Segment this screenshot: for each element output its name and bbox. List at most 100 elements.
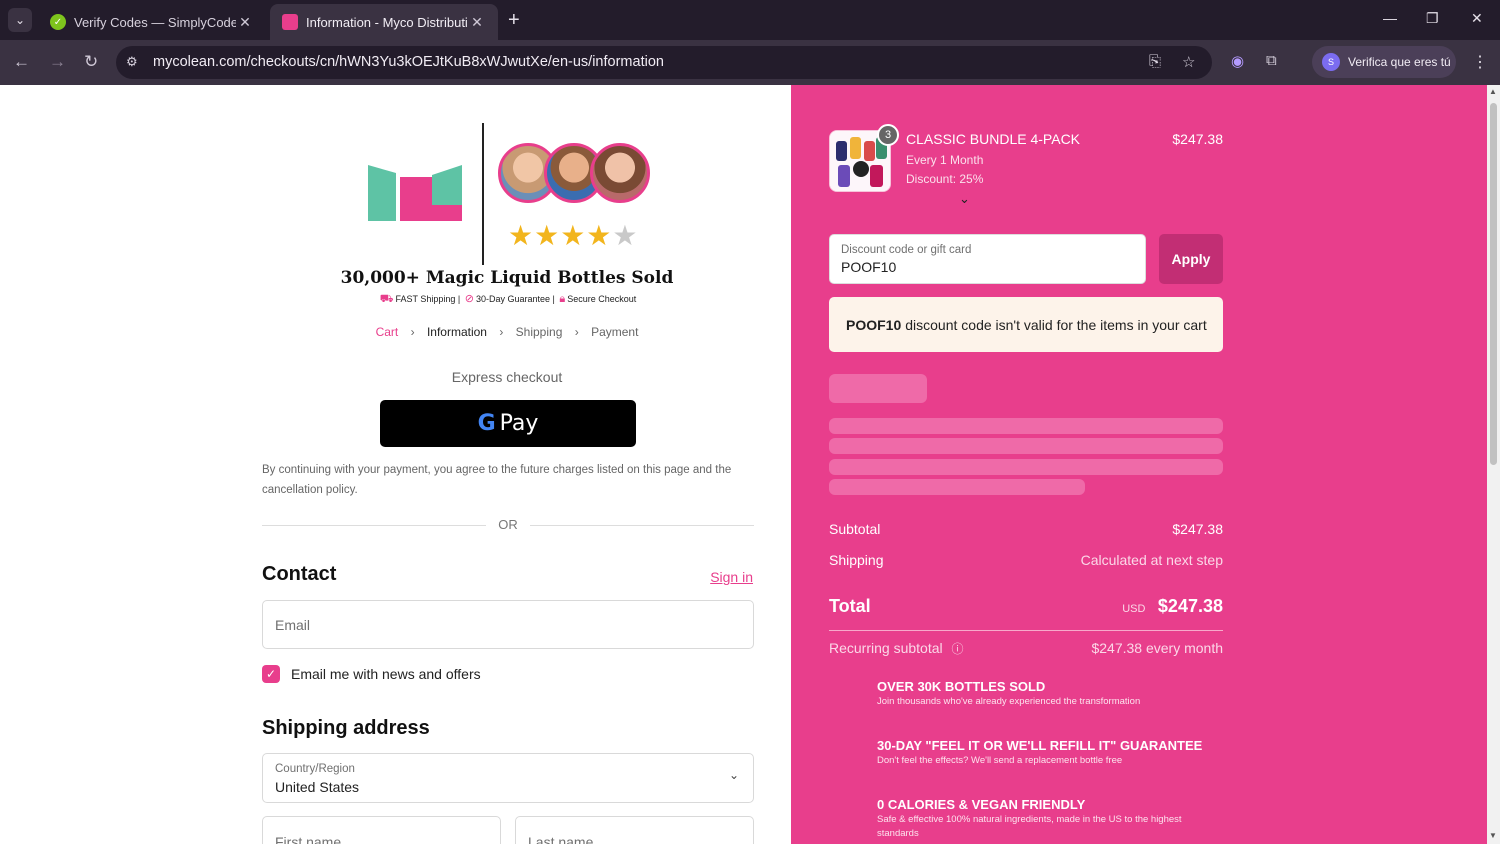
profile-button[interactable]: S Verifica que eres tú — [1312, 46, 1456, 78]
express-checkout-title: Express checkout — [451, 369, 563, 385]
breadcrumb-shipping: Shipping — [515, 325, 563, 339]
shipping-value: Calculated at next step — [1080, 552, 1223, 568]
newsletter-option[interactable]: ✓ Email me with news and offers — [262, 665, 481, 683]
total-row: Total USD $247.38 — [829, 596, 1223, 617]
loading-skeleton — [829, 418, 1223, 434]
forward-arrow-icon[interactable]: → — [49, 52, 66, 72]
discount-code-field[interactable]: Discount code or gift card POOF10 — [829, 234, 1146, 284]
breadcrumb-payment: Payment — [591, 325, 639, 339]
tab-search-button[interactable]: ⌄ — [8, 8, 32, 32]
loading-skeleton — [829, 374, 927, 403]
google-g-icon: G — [477, 411, 496, 436]
checkout-main: ★★★★★ 30,000+ Magic Liquid Bottles Sold … — [0, 85, 791, 844]
country-select[interactable]: Country/Region United States ⌄ — [262, 753, 754, 803]
page-scrollbar[interactable]: ▲ ▼ — [1487, 85, 1500, 844]
recurring-row: Recurring subtotal ⓘ $247.38 every month — [829, 640, 1223, 657]
feature-desc: Join thousands who've already experience… — [877, 696, 1141, 707]
site-info-icon[interactable]: ⚙ — [126, 54, 138, 70]
minimize-icon[interactable]: — — [1383, 10, 1397, 26]
google-pay-button[interactable]: G Pay — [380, 400, 636, 447]
simplycodes-favicon-icon: ✓ — [50, 14, 66, 30]
chevron-down-icon: ⌄ — [728, 768, 739, 782]
extension-icon[interactable]: ◉ — [1231, 52, 1244, 70]
breadcrumb-cart[interactable]: Cart — [376, 325, 399, 339]
browser-menu-icon[interactable]: ⋮ — [1472, 52, 1488, 72]
close-tab-icon[interactable]: ✕ — [236, 14, 254, 31]
discount-value: POOF10 — [841, 259, 897, 275]
total-label: Total — [829, 596, 871, 616]
feature-title: 30-DAY "FEEL IT OR WE'LL REFILL IT" GUAR… — [877, 738, 1203, 753]
feature-desc: Don't feel the effects? We'll send a rep… — [877, 755, 1123, 766]
scrollbar-thumb[interactable] — [1490, 103, 1497, 465]
product-price: $247.38 — [1172, 131, 1223, 147]
discount-error-alert: POOF10 discount code isn't valid for the… — [829, 297, 1223, 352]
tab-title: Information - Myco Distribution — [306, 14, 468, 30]
divider — [829, 630, 1223, 631]
address-bar[interactable]: ⚙ mycolean.com/checkouts/cn/hWN3Yu3kOEJt… — [116, 46, 1212, 79]
divider-line — [530, 525, 754, 526]
product-name: CLASSIC BUNDLE 4-PACK — [906, 131, 1081, 147]
last-name-field[interactable]: Last name — [515, 816, 754, 844]
back-arrow-icon[interactable]: ← — [13, 52, 30, 72]
apply-button[interactable]: Apply — [1159, 234, 1223, 284]
browser-toolbar: ← → ↻ ⚙ mycolean.com/checkouts/cn/hWN3Yu… — [0, 40, 1500, 85]
avatar: S — [1322, 53, 1340, 71]
tab-title: Verify Codes — SimplyCodes — [74, 14, 236, 30]
translate-icon[interactable]: ⎘ — [1149, 53, 1161, 70]
legal-notice: By continuing with your payment, you agr… — [262, 464, 732, 496]
close-tab-icon[interactable]: ✕ — [468, 14, 486, 31]
last-name-placeholder: Last name — [528, 834, 594, 844]
discount-label: Discount code or gift card — [841, 244, 972, 256]
feature-item: 30-DAY "FEEL IT OR WE'LL REFILL IT" GUAR… — [877, 738, 1207, 768]
customer-photo — [590, 143, 650, 203]
email-field[interactable]: Email — [262, 600, 754, 649]
feature-title: 0 CALORIES & VEGAN FRIENDLY — [877, 797, 1086, 812]
browser-tab-strip: ⌄ ✓ Verify Codes — SimplyCodes ✕ Informa… — [0, 0, 1500, 40]
help-circle-icon[interactable]: ⓘ — [952, 642, 964, 656]
bookmark-star-icon[interactable]: ☆ — [1182, 53, 1195, 71]
product-frequency: Every 1 Month — [906, 153, 984, 167]
first-name-field[interactable]: First name — [262, 816, 501, 844]
restore-icon[interactable]: ❐ — [1426, 10, 1439, 27]
myco-favicon-icon — [282, 14, 298, 30]
reload-icon[interactable]: ↻ — [84, 52, 98, 72]
badge-shipping: FAST Shipping | — [395, 294, 461, 304]
new-tab-plus-icon[interactable]: + — [508, 9, 520, 32]
loading-skeleton — [829, 479, 1085, 495]
or-divider: OR — [262, 517, 754, 535]
newsletter-checkbox[interactable]: ✓ — [262, 665, 280, 683]
tab-simplycodes[interactable]: ✓ Verify Codes — SimplyCodes ✕ — [38, 4, 266, 40]
subtotal-value: $247.38 — [1172, 521, 1223, 537]
chevron-down-icon[interactable]: ⌄ — [959, 191, 970, 207]
loading-skeleton — [829, 459, 1223, 475]
extensions-puzzle-icon[interactable]: ⧉ — [1266, 52, 1277, 69]
scroll-down-arrow-icon[interactable]: ▼ — [1489, 831, 1497, 840]
feature-title: OVER 30K BOTTLES SOLD — [877, 679, 1046, 694]
newsletter-label: Email me with news and offers — [291, 666, 481, 682]
scroll-up-arrow-icon[interactable]: ▲ — [1489, 87, 1497, 96]
shipping-row: Shipping Calculated at next step — [829, 552, 1223, 568]
url-text[interactable]: mycolean.com/checkouts/cn/hWN3Yu3kOEJtKu… — [153, 54, 664, 70]
truck-icon: ⛟ — [379, 293, 394, 305]
recurring-label: Recurring subtotal — [829, 640, 943, 656]
chevron-right-icon: › — [574, 325, 579, 339]
customer-photos — [498, 143, 652, 207]
quantity-badge: 3 — [877, 124, 899, 146]
chevron-right-icon: › — [410, 325, 415, 339]
trust-badges: ⛟ FAST Shipping | ⊘ 30-Day Guarantee | 🔒︎ S… — [262, 292, 752, 307]
badge-guarantee: 30-Day Guarantee | — [475, 294, 555, 304]
feature-item: 0 CALORIES & VEGAN FRIENDLY Safe & effec… — [877, 797, 1207, 841]
product-discount: Discount: 25% — [906, 172, 984, 186]
sign-in-link[interactable]: Sign in — [710, 569, 753, 585]
check-circle-icon: ⊘ — [464, 293, 474, 305]
total-value: $247.38 — [1157, 596, 1223, 616]
subtotal-label: Subtotal — [829, 521, 881, 537]
logo-divider — [482, 123, 484, 265]
country-value: United States — [275, 779, 360, 795]
close-window-icon[interactable]: ✕ — [1471, 10, 1483, 27]
rating-stars: ★★★★★ — [508, 220, 639, 251]
subtotal-row: Subtotal $247.38 — [829, 521, 1223, 537]
tab-myco-information[interactable]: Information - Myco Distribution ✕ — [270, 4, 498, 40]
country-label: Country/Region — [275, 763, 355, 775]
recurring-value: $247.38 every month — [1091, 640, 1223, 656]
